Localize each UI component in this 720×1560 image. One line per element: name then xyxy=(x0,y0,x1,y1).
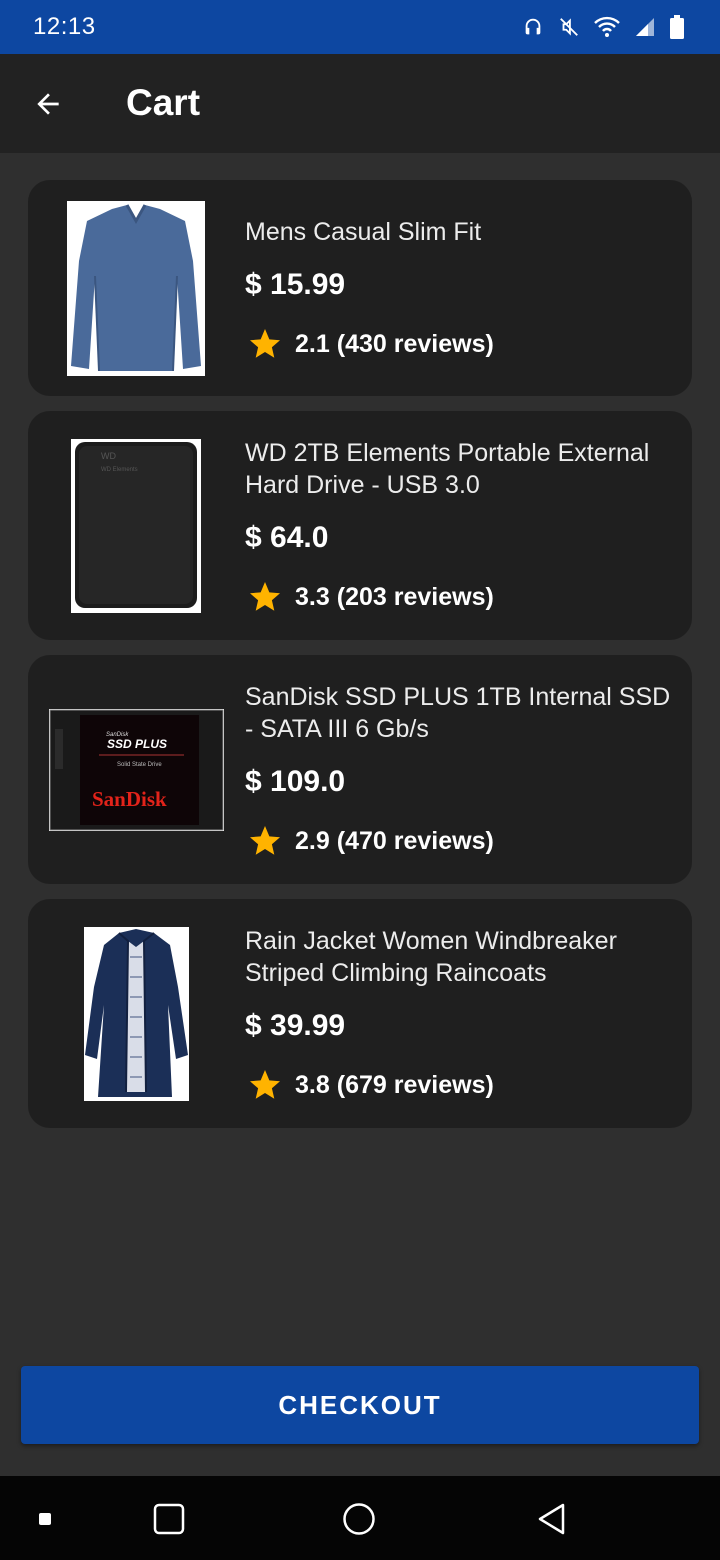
product-image-shirt xyxy=(67,201,205,376)
cart-item[interactable]: WD WD Elements WD 2TB Elements Portable … xyxy=(28,411,692,640)
page-title: Cart xyxy=(126,82,201,123)
star-icon xyxy=(250,329,280,358)
home-circle-icon xyxy=(343,1503,375,1535)
product-image-jacket xyxy=(84,927,189,1101)
signal-icon xyxy=(636,18,654,36)
wd-brand-text: WD xyxy=(101,451,116,461)
ssd-logo: SanDisk xyxy=(92,787,167,811)
item-price: $ 15.99 xyxy=(245,268,346,301)
star-icon xyxy=(250,582,280,611)
shirt-illustration xyxy=(67,201,205,376)
mute-icon xyxy=(560,18,578,36)
item-name: Mens Casual Slim Fit xyxy=(245,218,482,246)
status-icons xyxy=(522,15,684,39)
item-rating: 3.3 (203 reviews) xyxy=(245,579,672,615)
item-rating: 3.8 (679 reviews) xyxy=(245,1067,672,1103)
item-price: $ 39.99 xyxy=(245,1009,346,1042)
review-count: (679 reviews) xyxy=(336,1070,494,1099)
item-price: $ 109.0 xyxy=(245,765,346,798)
back-nav-button[interactable] xyxy=(530,1498,572,1540)
review-count: (470 reviews) xyxy=(336,826,494,855)
wd-model-text: WD Elements xyxy=(101,467,138,473)
overview-square-icon xyxy=(153,1503,185,1535)
battery-icon xyxy=(670,15,684,39)
review-count: (430 reviews) xyxy=(336,329,494,358)
star-icon xyxy=(250,826,280,855)
review-count: (203 reviews) xyxy=(336,582,494,611)
status-time: 12:13 xyxy=(33,13,96,40)
star-icon xyxy=(250,1070,280,1099)
headset-icon xyxy=(525,18,541,35)
rating-value: 2.1 xyxy=(295,329,330,358)
item-price: $ 64.0 xyxy=(245,521,329,554)
back-triangle-icon xyxy=(538,1503,565,1535)
rating-value: 3.8 xyxy=(295,1070,330,1099)
checkout-label: CHECKOUT xyxy=(278,1389,442,1420)
app-bar: Cart xyxy=(0,54,720,153)
item-name: SanDisk SSD PLUS 1TB Internal SSD - SATA… xyxy=(245,683,671,743)
cart-item[interactable]: Mens Casual Slim Fit $ 15.99 2.1 (430 re… xyxy=(28,180,692,396)
overview-button[interactable] xyxy=(148,1498,190,1540)
item-info: SanDisk SSD PLUS 1TB Internal SSD - SATA… xyxy=(245,681,672,859)
cart-item[interactable]: Rain Jacket Women Windbreaker Striped Cl… xyxy=(28,899,692,1128)
ssd-subtitle: Solid State Drive xyxy=(117,762,162,768)
item-rating: 2.9 (470 reviews) xyxy=(245,823,672,859)
rating-value: 3.3 xyxy=(295,582,330,611)
item-info: Rain Jacket Women Windbreaker Striped Cl… xyxy=(245,925,672,1103)
item-info: WD 2TB Elements Portable External Hard D… xyxy=(245,437,672,615)
rating-value: 2.9 xyxy=(295,826,330,855)
home-button[interactable] xyxy=(338,1498,380,1540)
jacket-illustration xyxy=(84,927,189,1101)
arrow-back-icon xyxy=(37,93,59,115)
item-name: WD 2TB Elements Portable External Hard D… xyxy=(245,439,650,499)
item-info: Mens Casual Slim Fit $ 15.99 2.1 (430 re… xyxy=(245,216,672,362)
back-button[interactable] xyxy=(24,80,72,128)
hard-drive-illustration: WD WD Elements xyxy=(71,439,201,613)
product-image-hard-drive: WD WD Elements xyxy=(71,439,201,613)
cart-item[interactable]: SanDisk SSD PLUS Solid State Drive SanDi… xyxy=(28,655,692,884)
recent-square-button[interactable] xyxy=(30,1504,60,1534)
product-image-ssd: SanDisk SSD PLUS Solid State Drive SanDi… xyxy=(49,709,224,831)
recent-square-icon xyxy=(39,1513,51,1525)
system-nav-bar xyxy=(0,1476,720,1560)
ssd-illustration: SanDisk SSD PLUS Solid State Drive SanDi… xyxy=(49,709,224,831)
item-rating: 2.1 (430 reviews) xyxy=(245,326,672,362)
item-name: Rain Jacket Women Windbreaker Striped Cl… xyxy=(245,927,617,987)
wifi-icon xyxy=(594,16,620,37)
ssd-title: SSD PLUS xyxy=(107,737,167,751)
checkout-button[interactable]: CHECKOUT xyxy=(21,1366,699,1444)
status-bar: 12:13 xyxy=(0,0,720,54)
